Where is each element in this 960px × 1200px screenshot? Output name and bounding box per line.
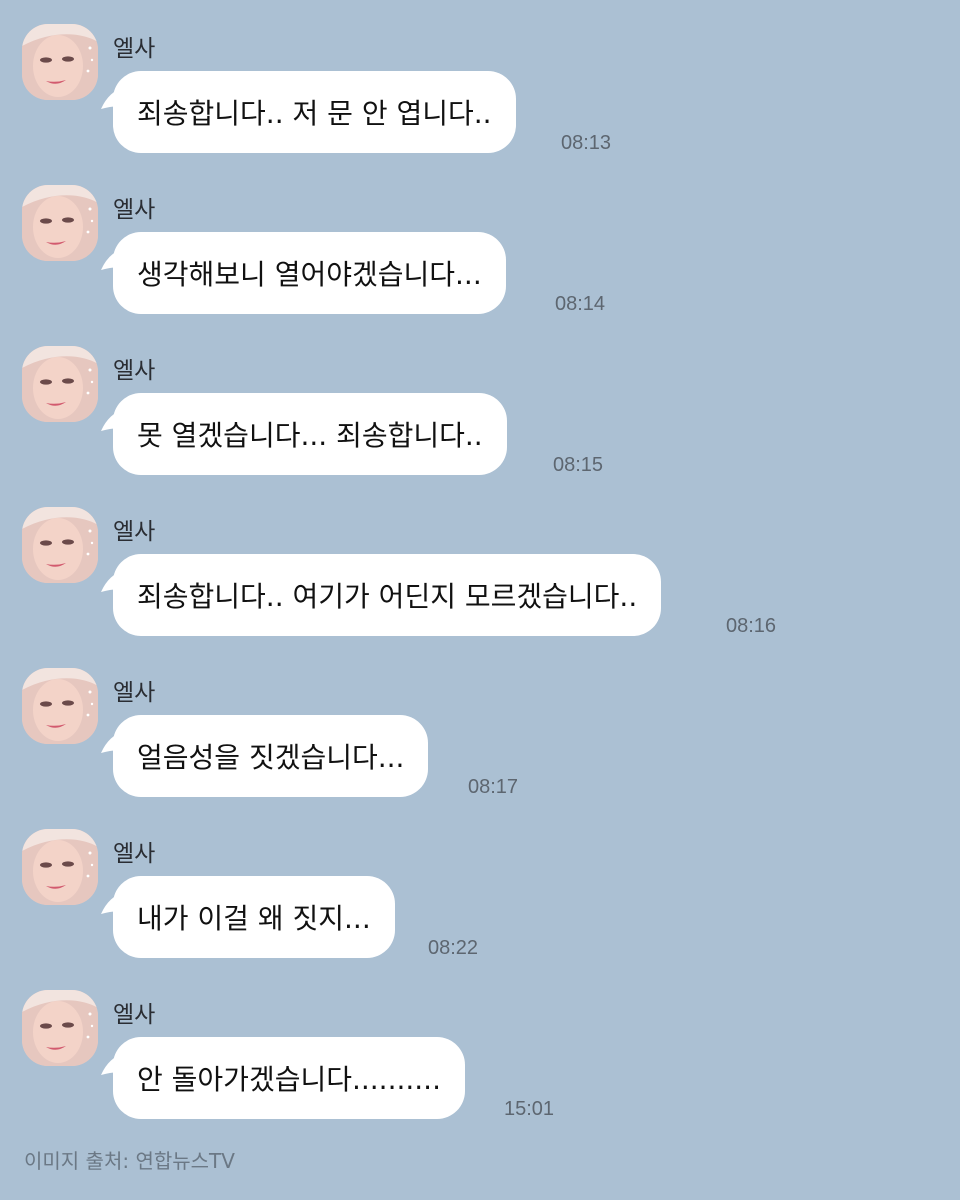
sender-name: 엘사: [113, 197, 156, 223]
sender-name: 엘사: [113, 36, 156, 62]
message-timestamp: 08:17: [468, 776, 519, 798]
message-bubble[interactable]: 죄송합니다.. 저 문 안 엽니다..: [113, 71, 516, 153]
message-timestamp: 08:22: [428, 937, 479, 959]
avatar[interactable]: [22, 668, 98, 744]
message-row: 엘사 생각해보니 열어야겠습니다... 08:14: [0, 161, 960, 321]
message-timestamp: 08:14: [555, 293, 606, 315]
message-row: 엘사 안 돌아가겠습니다.......... 15:01: [0, 966, 960, 1126]
avatar[interactable]: [22, 829, 98, 905]
sender-name: 엘사: [113, 841, 156, 867]
message-bubble[interactable]: 못 열겠습니다... 죄송합니다..: [113, 393, 507, 475]
sender-name: 엘사: [113, 519, 156, 545]
avatar[interactable]: [22, 990, 98, 1066]
chat-view: 엘사 죄송합니다.. 저 문 안 엽니다.. 08:13 엘사 생각해보니 열어…: [0, 0, 960, 1200]
message-row: 엘사 죄송합니다.. 저 문 안 엽니다.. 08:13: [0, 0, 960, 160]
message-row: 엘사 얼음성을 짓겠습니다... 08:17: [0, 644, 960, 804]
sender-name: 엘사: [113, 358, 156, 384]
message-timestamp: 08:15: [553, 454, 604, 476]
sender-name: 엘사: [113, 680, 156, 706]
avatar[interactable]: [22, 185, 98, 261]
message-timestamp: 08:16: [726, 615, 777, 637]
avatar[interactable]: [22, 24, 98, 100]
message-bubble[interactable]: 안 돌아가겠습니다..........: [113, 1037, 465, 1119]
message-bubble[interactable]: 생각해보니 열어야겠습니다...: [113, 232, 506, 314]
message-row: 엘사 죄송합니다.. 여기가 어딘지 모르겠습니다.. 08:16: [0, 483, 960, 643]
message-bubble[interactable]: 얼음성을 짓겠습니다...: [113, 715, 429, 797]
message-timestamp: 08:13: [561, 132, 612, 154]
message-row: 엘사 내가 이걸 왜 짓지... 08:22: [0, 805, 960, 965]
avatar[interactable]: [22, 507, 98, 583]
avatar[interactable]: [22, 346, 98, 422]
message-bubble[interactable]: 내가 이걸 왜 짓지...: [113, 876, 395, 958]
image-credit: 이미지 출처: 연합뉴스TV: [24, 1149, 235, 1173]
message-row: 엘사 못 열겠습니다... 죄송합니다.. 08:15: [0, 322, 960, 482]
message-bubble[interactable]: 죄송합니다.. 여기가 어딘지 모르겠습니다..: [113, 554, 662, 636]
sender-name: 엘사: [113, 1002, 156, 1028]
message-timestamp: 15:01: [504, 1098, 555, 1120]
